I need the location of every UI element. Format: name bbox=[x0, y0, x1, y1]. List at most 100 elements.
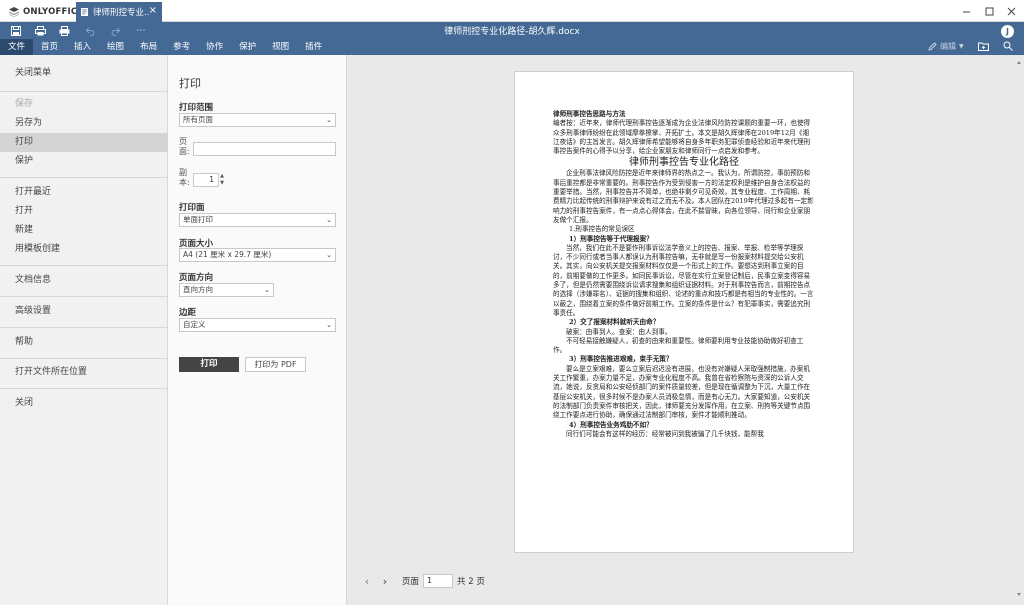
doc-paragraph: 不可轻易接触嫌疑人，初查的由来和重要性。律师要利用专业技能协助做好初查工作。 bbox=[553, 336, 804, 355]
orientation-value: 直向方向 bbox=[183, 285, 213, 294]
preview-page: 律师刑事控告思路与方法 编者按：近年来，律师代理刑事控告逐渐成为企业法律风险防控… bbox=[514, 71, 854, 553]
open-folder-icon[interactable] bbox=[978, 39, 989, 53]
title-bar: ONLYOFFICE 律师刑控专业... × bbox=[0, 0, 1024, 22]
print-range-label: 打印范围 bbox=[179, 103, 214, 113]
print-range-value: 所有页面 bbox=[183, 115, 213, 124]
close-window-icon[interactable] bbox=[1003, 3, 1019, 19]
print-sides-select[interactable]: 单面打印 ⌄ bbox=[179, 213, 336, 227]
chevron-down-icon: ⌄ bbox=[264, 286, 270, 294]
undo-icon[interactable] bbox=[84, 25, 98, 37]
pages-input[interactable] bbox=[193, 142, 336, 156]
user-avatar[interactable]: J bbox=[1001, 25, 1014, 38]
minimize-icon[interactable] bbox=[958, 3, 974, 19]
maximize-icon[interactable] bbox=[981, 3, 997, 19]
doc-subsection-title: 2）交了报案材料就听天由命？ bbox=[569, 318, 660, 327]
vertical-scrollbar[interactable] bbox=[1016, 59, 1022, 599]
margins-label: 边距 bbox=[179, 308, 197, 318]
menu-divider bbox=[0, 358, 167, 359]
menu-plugins[interactable]: 插件 bbox=[297, 39, 330, 55]
doc-paragraph: 破案：由事到人。查案：由人到事。 bbox=[566, 327, 672, 336]
menu-file[interactable]: 文件 bbox=[0, 39, 34, 55]
search-icon[interactable] bbox=[1003, 39, 1013, 53]
file-menu: 关闭菜单 保存 另存为 打印 保护 打开最近 打开 新建 用模板创建 文档信息 … bbox=[0, 55, 168, 605]
pages-label: 页面: bbox=[179, 137, 190, 156]
onlyoffice-logo-icon bbox=[9, 6, 19, 17]
menu-bar: 文件 首页 插入 绘图 布局 参考 协作 保护 视图 插件 bbox=[0, 39, 330, 55]
chevron-down-icon: ⌄ bbox=[326, 251, 332, 259]
chevron-down-icon: ⌄ bbox=[326, 321, 332, 329]
new-menu-item[interactable]: 新建 bbox=[0, 221, 167, 240]
menu-references[interactable]: 参考 bbox=[165, 39, 198, 55]
print-range-select[interactable]: 所有页面 ⌄ bbox=[179, 113, 336, 127]
menu-protection[interactable]: 保护 bbox=[231, 39, 264, 55]
menu-view[interactable]: 视图 bbox=[264, 39, 297, 55]
chevron-down-icon: ▼ bbox=[959, 42, 964, 50]
menu-divider bbox=[0, 177, 167, 178]
quick-print-icon[interactable] bbox=[57, 25, 71, 37]
print-sides-value: 单面打印 bbox=[183, 215, 213, 224]
menu-divider bbox=[0, 327, 167, 328]
save-menu-item[interactable]: 保存 bbox=[0, 95, 167, 114]
save-icon[interactable] bbox=[9, 25, 23, 37]
doc-info-menu-item[interactable]: 文档信息 bbox=[0, 271, 167, 290]
pencil-icon bbox=[928, 41, 937, 51]
print-settings-panel: 打印 打印范围 所有页面 ⌄ 页面: 副本: 1 ▲ ▼ 打印面 单面打印 ⌄ 页… bbox=[168, 55, 347, 605]
open-recent-menu-item[interactable]: 打开最近 bbox=[0, 183, 167, 202]
menu-draw[interactable]: 绘图 bbox=[99, 39, 132, 55]
open-menu-item[interactable]: 打开 bbox=[0, 202, 167, 221]
more-icon[interactable]: ⋯ bbox=[134, 25, 148, 37]
save-as-menu-item[interactable]: 另存为 bbox=[0, 114, 167, 133]
next-page-icon[interactable]: › bbox=[378, 575, 392, 588]
advanced-settings-menu-item[interactable]: 高级设置 bbox=[0, 302, 167, 321]
menu-divider bbox=[0, 265, 167, 266]
page-navigator: ‹ › 页面 1 共 2 页 bbox=[360, 573, 485, 589]
previous-page-icon[interactable]: ‹ bbox=[360, 575, 374, 588]
doc-main-title: 律师刑事控告专业化路径 bbox=[629, 157, 739, 169]
chevron-down-icon: ⌄ bbox=[326, 216, 332, 224]
menu-collaboration[interactable]: 协作 bbox=[198, 39, 231, 55]
protect-menu-item[interactable]: 保护 bbox=[0, 152, 167, 171]
open-location-menu-item[interactable]: 打开文件所在位置 bbox=[0, 363, 167, 382]
page-size-select[interactable]: A4 (21 厘米 x 29.7 厘米) ⌄ bbox=[179, 248, 336, 262]
print-panel-title: 打印 bbox=[179, 77, 201, 90]
document-tab[interactable]: 律师刑控专业... × bbox=[76, 2, 162, 22]
margins-select[interactable]: 自定义 ⌄ bbox=[179, 318, 336, 332]
app-logo-text: ONLYOFFICE bbox=[23, 6, 84, 17]
copies-input[interactable]: 1 bbox=[193, 173, 219, 187]
doc-paragraph: 要么是立案艰难，要么立案后迟迟没有进展，也没有对嫌疑人采取强制措施，办案机关工作… bbox=[553, 364, 811, 420]
copies-label: 副本: bbox=[179, 168, 190, 187]
menu-home[interactable]: 首页 bbox=[33, 39, 66, 55]
page-total: 共 2 页 bbox=[457, 577, 485, 587]
menu-insert[interactable]: 插入 bbox=[66, 39, 99, 55]
chevron-down-icon: ⌄ bbox=[326, 116, 332, 124]
orientation-select[interactable]: 直向方向 ⌄ bbox=[179, 283, 274, 297]
menu-divider bbox=[0, 388, 167, 389]
orientation-label: 页面方向 bbox=[179, 273, 214, 283]
redo-icon[interactable] bbox=[108, 25, 122, 37]
doc-paragraph: 当然，我们在此不是要作刑事诉讼法学意义上的控告、报案、举报、检举等学理探讨，不少… bbox=[553, 243, 814, 317]
print-icon[interactable] bbox=[33, 25, 47, 37]
margins-value: 自定义 bbox=[183, 320, 206, 329]
doc-section-title: 1.刑事控告的常见误区 bbox=[569, 225, 635, 234]
close-tab-icon[interactable]: × bbox=[149, 6, 157, 16]
menu-layout[interactable]: 布局 bbox=[132, 39, 165, 55]
create-from-template-menu-item[interactable]: 用模板创建 bbox=[0, 240, 167, 259]
doc-subsection-title: 3）刑事控告推进艰难，束手无策？ bbox=[569, 355, 673, 364]
menu-divider bbox=[0, 91, 167, 92]
doc-heading: 律师刑事控告思路与方法 bbox=[553, 110, 626, 118]
help-menu-item[interactable]: 帮助 bbox=[0, 333, 167, 352]
edit-mode-dropdown[interactable]: 编辑 ▼ bbox=[928, 39, 964, 53]
document-title: 律师刑控专业化路径-胡久辉.docx bbox=[444, 27, 580, 37]
print-button[interactable]: 打印 bbox=[179, 357, 239, 372]
copies-stepper[interactable]: ▲ ▼ bbox=[218, 173, 226, 187]
doc-subsection-title: 1）刑事控告等于代理报案？ bbox=[569, 234, 653, 243]
page-label: 页面 bbox=[402, 577, 420, 587]
print-to-pdf-button[interactable]: 打印为 PDF bbox=[245, 357, 306, 372]
close-menu-item[interactable]: 关闭菜单 bbox=[0, 64, 167, 83]
page-content: 律师刑事控告思路与方法 编者按：近年来，律师代理刑事控告逐渐成为企业法律风险防控… bbox=[553, 110, 815, 439]
page-number-input[interactable]: 1 bbox=[423, 574, 454, 588]
close-file-menu-item[interactable]: 关闭 bbox=[0, 394, 167, 413]
doc-paragraph: 企业刑事法律风险防控是近年来律师界的热点之一。我认为，所谓防控，事前预防和事后重… bbox=[553, 169, 814, 224]
print-menu-item[interactable]: 打印 bbox=[0, 133, 167, 152]
edit-mode-label: 编辑 bbox=[940, 41, 956, 51]
